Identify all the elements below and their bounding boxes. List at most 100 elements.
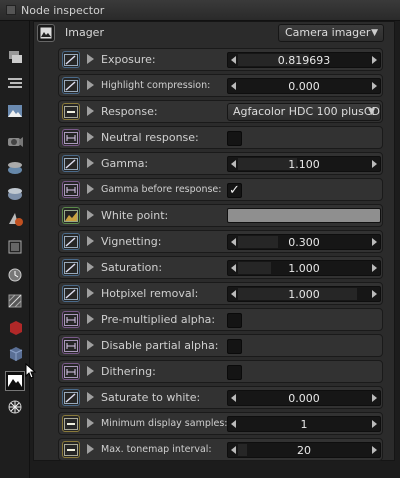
medium-icon[interactable] (5, 291, 25, 311)
node-type-dropdown[interactable]: Camera imager ▼ (278, 24, 384, 42)
bool-icon[interactable] (62, 337, 80, 354)
environment-icon[interactable] (5, 157, 25, 177)
stack-icon[interactable] (5, 73, 25, 93)
transform-icon[interactable] (5, 317, 25, 337)
emission-icon[interactable] (5, 265, 25, 285)
param-row: Saturation: 1.000 (58, 256, 383, 279)
expand-arrow-icon[interactable] (87, 392, 94, 402)
param-checkbox[interactable] (227, 365, 242, 380)
param-checkbox[interactable] (227, 131, 242, 146)
curve-icon[interactable] (62, 51, 80, 68)
decrement-arrow-icon[interactable] (231, 238, 236, 246)
expand-arrow-icon[interactable] (87, 418, 94, 428)
window-titlebar[interactable]: Node inspector (0, 0, 400, 21)
expand-arrow-icon[interactable] (87, 184, 94, 194)
image-icon[interactable] (5, 101, 25, 121)
param-slider[interactable]: 0.000 (227, 78, 381, 94)
camera-icon[interactable] (5, 131, 25, 151)
decrement-arrow-icon[interactable] (231, 420, 236, 428)
param-checkbox[interactable]: ✓ (227, 183, 242, 198)
param-slider[interactable]: 0.000 (227, 390, 381, 406)
curve-icon[interactable] (62, 77, 80, 94)
expand-arrow-icon[interactable] (87, 236, 94, 246)
slider-value: 0.000 (288, 80, 320, 93)
slider-value: 0.819693 (277, 54, 331, 67)
increment-arrow-icon[interactable] (372, 82, 377, 90)
expand-arrow-icon[interactable] (87, 132, 94, 142)
decrement-arrow-icon[interactable] (231, 394, 236, 402)
param-label: Minimum display samples: (101, 418, 228, 429)
expand-arrow-icon[interactable] (87, 54, 94, 64)
color-swatch[interactable] (227, 208, 381, 223)
decrement-arrow-icon[interactable] (231, 82, 236, 90)
expand-arrow-icon[interactable] (87, 444, 94, 454)
decrement-arrow-icon[interactable] (231, 290, 236, 298)
material-icon[interactable] (5, 209, 25, 229)
increment-arrow-icon[interactable] (372, 160, 377, 168)
bool-icon[interactable] (62, 129, 80, 146)
bool-icon[interactable] (62, 363, 80, 380)
param-label: Pre-multiplied alpha: (101, 313, 216, 326)
param-label: Exposure: (101, 53, 156, 66)
param-row: Disable partial alpha: (58, 334, 383, 357)
expand-arrow-icon[interactable] (87, 288, 94, 298)
increment-arrow-icon[interactable] (372, 446, 377, 454)
curve-icon[interactable] (62, 389, 80, 406)
response-dropdown[interactable]: Agfacolor HDC 100 plusCD ▼ (227, 103, 381, 121)
param-slider[interactable]: 0.300 (227, 234, 381, 250)
curve-icon[interactable] (62, 233, 80, 250)
imager-node-icon[interactable] (37, 24, 55, 42)
curve-icon[interactable] (62, 259, 80, 276)
param-slider[interactable]: 20 (227, 442, 381, 458)
slider-value: 1.100 (288, 158, 320, 171)
decrement-arrow-icon[interactable] (231, 160, 236, 168)
window-menu-icon[interactable] (6, 5, 16, 15)
increment-arrow-icon[interactable] (372, 420, 377, 428)
expand-arrow-icon[interactable] (87, 314, 94, 324)
param-slider[interactable]: 1 (227, 416, 381, 432)
increment-arrow-icon[interactable] (372, 238, 377, 246)
expand-arrow-icon[interactable] (87, 340, 94, 350)
expand-arrow-icon[interactable] (87, 366, 94, 376)
increment-arrow-icon[interactable] (372, 56, 377, 64)
param-label: Vignetting: (101, 235, 162, 248)
param-slider[interactable]: 1.000 (227, 286, 381, 302)
curve-icon[interactable] (62, 285, 80, 302)
mouse-cursor-icon (25, 363, 37, 379)
increment-arrow-icon[interactable] (372, 290, 377, 298)
texture-icon[interactable] (5, 237, 25, 257)
param-slider[interactable]: 1.000 (227, 260, 381, 276)
int-icon[interactable] (62, 441, 80, 458)
imager-icon[interactable] (5, 371, 25, 391)
param-checkbox[interactable] (227, 313, 242, 328)
decrement-arrow-icon[interactable] (231, 56, 236, 64)
param-label: Response: (101, 105, 158, 118)
param-label: Saturate to white: (101, 391, 201, 404)
geometry-icon[interactable] (5, 183, 25, 203)
layers-icon[interactable] (5, 47, 25, 67)
curve-icon[interactable] (62, 155, 80, 172)
object-layer-icon[interactable] (5, 343, 25, 363)
slider-value: 20 (297, 444, 311, 457)
increment-arrow-icon[interactable] (372, 394, 377, 402)
expand-arrow-icon[interactable] (87, 80, 94, 90)
increment-arrow-icon[interactable] (372, 264, 377, 272)
expand-arrow-icon[interactable] (87, 210, 94, 220)
decrement-arrow-icon[interactable] (231, 446, 236, 454)
bool-icon[interactable] (62, 181, 80, 198)
param-checkbox[interactable] (227, 339, 242, 354)
param-slider[interactable]: 0.819693 (227, 52, 381, 68)
expand-arrow-icon[interactable] (87, 158, 94, 168)
postprocess-icon[interactable] (5, 397, 25, 417)
param-slider[interactable]: 1.100 (227, 156, 381, 172)
expand-arrow-icon[interactable] (87, 106, 94, 116)
int-icon[interactable] (62, 415, 80, 432)
bool-icon[interactable] (62, 311, 80, 328)
rgb-icon[interactable] (62, 207, 80, 224)
decrement-arrow-icon[interactable] (231, 264, 236, 272)
param-label: Max. tonemap interval: (101, 444, 212, 455)
node-type-toolbar (0, 21, 30, 478)
param-row: Saturate to white: 0.000 (58, 386, 383, 409)
enum-icon[interactable] (62, 103, 80, 120)
expand-arrow-icon[interactable] (87, 262, 94, 272)
